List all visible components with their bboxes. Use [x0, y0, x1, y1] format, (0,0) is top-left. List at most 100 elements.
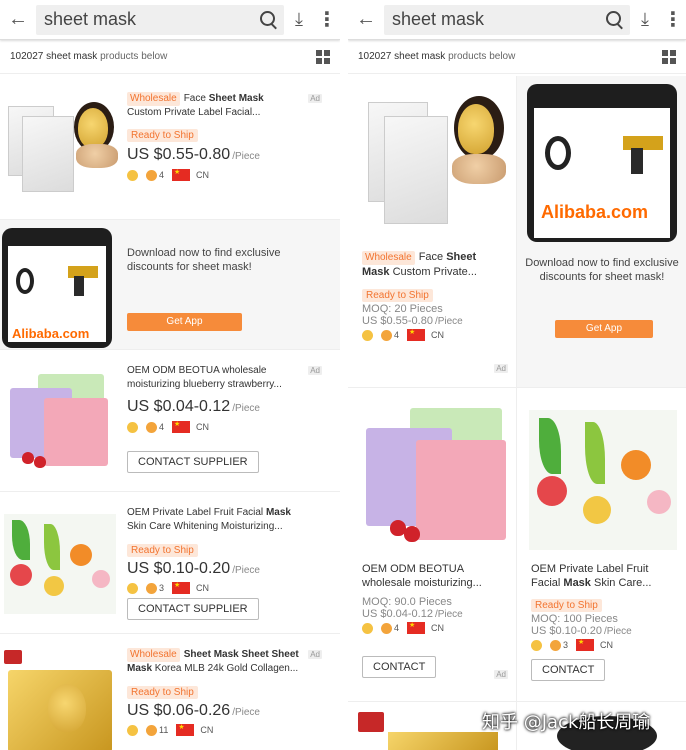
- app-promo-banner: Alibaba.com Download now to find exclusi…: [0, 220, 340, 350]
- product-image[interactable]: [4, 92, 118, 197]
- more-options-icon[interactable]: ⋮: [314, 0, 340, 40]
- back-arrow-icon[interactable]: ←: [0, 0, 36, 40]
- list-view-icon[interactable]: [662, 49, 676, 64]
- grid-item[interactable]: Wholesale Face Sheet Mask Custom Private.…: [348, 76, 517, 388]
- china-flag-icon: [172, 420, 191, 433]
- years-coin-icon: [146, 724, 157, 736]
- search-query[interactable]: sheet mask: [44, 9, 254, 30]
- years-coin-icon: [146, 421, 157, 433]
- mlb-logo-icon: [358, 712, 384, 732]
- ready-to-ship-badge: Ready to Ship: [127, 686, 198, 699]
- china-flag-icon: [172, 581, 191, 594]
- product-title[interactable]: Custom Private Label Facial...: [127, 106, 327, 120]
- search-icon[interactable]: [254, 5, 284, 35]
- price: US $0.04-0.12: [362, 608, 433, 620]
- price: US $0.04-0.12: [127, 398, 231, 415]
- contact-supplier-button[interactable]: CONTACT SUPPLIER: [127, 451, 259, 473]
- product-title[interactable]: OEM ODM BEOTUA wholesale: [127, 364, 327, 378]
- grid-item[interactable]: OEM Private Label Fruit Facial Mask Skin…: [517, 388, 686, 702]
- years-coin-icon: [381, 329, 392, 341]
- years-coin-icon: [146, 582, 157, 594]
- back-arrow-icon[interactable]: ←: [348, 0, 384, 40]
- grid-item[interactable]: OEM ODM BEOTUA wholesale moisturizing...…: [348, 388, 517, 702]
- gold-supplier-icon: [362, 329, 373, 341]
- top-bar: ← sheet mask ⤓ ⋮: [348, 0, 686, 40]
- moq: MOQ: 20 Pieces: [362, 303, 443, 315]
- contact-supplier-button[interactable]: CONTACT SUPPLIER: [127, 598, 259, 620]
- ad-label: Ad: [308, 366, 322, 375]
- search-icon[interactable]: [600, 5, 630, 35]
- product-image[interactable]: [388, 732, 498, 750]
- china-flag-icon: [576, 638, 595, 651]
- search-input[interactable]: sheet mask: [384, 4, 630, 35]
- watermark: 知乎 @Jack船长周瑜: [482, 712, 651, 733]
- gold-supplier-icon: [127, 724, 138, 736]
- grid-view-icon[interactable]: [316, 49, 330, 64]
- product-image[interactable]: [358, 92, 508, 242]
- gold-supplier-icon: [127, 169, 138, 181]
- search-query[interactable]: sheet mask: [392, 9, 600, 30]
- phone-illustration: Alibaba.com: [2, 228, 112, 348]
- years-coin-icon: [381, 622, 392, 634]
- panel-divider: [340, 0, 348, 750]
- product-image[interactable]: [360, 402, 510, 552]
- ready-to-ship-badge: Ready to Ship: [127, 129, 198, 142]
- download-icon[interactable]: ⤓: [284, 0, 314, 40]
- more-options-icon[interactable]: ⋮: [660, 0, 686, 40]
- ready-to-ship-badge: Ready to Ship: [531, 599, 602, 612]
- china-flag-icon: [407, 328, 426, 341]
- moq: MOQ: 90.0 Pieces: [362, 596, 452, 608]
- download-icon[interactable]: ⤓: [630, 0, 660, 40]
- alibaba-logo: Alibaba.com: [12, 326, 90, 341]
- ready-to-ship-badge: Ready to Ship: [362, 289, 433, 302]
- product-title[interactable]: OEM Private Label Fruit: [531, 562, 681, 576]
- product-info: Wholesale Face Sheet Mask Custom Private …: [127, 92, 327, 183]
- contact-button[interactable]: CONTACT: [362, 656, 437, 678]
- price: US $0.10-0.20: [531, 625, 602, 637]
- price: US $0.10-0.20: [127, 560, 231, 577]
- product-title[interactable]: Wholesale Sheet Mask Sheet Sheet: [127, 648, 327, 662]
- ready-to-ship-badge: Ready to Ship: [127, 544, 198, 557]
- phone-illustration: Alibaba.com: [527, 84, 677, 242]
- price: US $0.55-0.80: [127, 146, 231, 163]
- china-flag-icon: [172, 168, 191, 181]
- contact-button[interactable]: CONTACT: [531, 659, 606, 681]
- wholesale-badge: Wholesale: [127, 92, 180, 106]
- list-item[interactable]: Wholesale Sheet Mask Sheet Sheet Mask Kor…: [0, 634, 340, 750]
- list-view-screen: ← sheet mask ⤓ ⋮ 102027 sheet mask produ…: [0, 0, 340, 750]
- product-image[interactable]: [4, 648, 116, 750]
- list-item[interactable]: Wholesale Face Sheet Mask Custom Private …: [0, 80, 340, 220]
- promo-text: Download now to find exclusive discounts…: [127, 247, 281, 273]
- get-app-button[interactable]: Get App: [555, 320, 653, 338]
- wholesale-badge: Wholesale: [127, 648, 180, 662]
- product-image[interactable]: [4, 370, 116, 475]
- years-coin-icon: [550, 639, 561, 651]
- ad-label: Ad: [308, 650, 322, 659]
- grid-view-screen: ← sheet mask ⤓ ⋮ 102027 sheet mask produ…: [348, 0, 686, 750]
- list-item[interactable]: OEM Private Label Fruit Facial Mask Skin…: [0, 492, 340, 634]
- product-title[interactable]: OEM ODM BEOTUA: [362, 562, 512, 576]
- product-title[interactable]: Wholesale Face Sheet: [362, 250, 512, 265]
- search-input[interactable]: sheet mask: [36, 4, 284, 35]
- product-info: Wholesale Face Sheet Mask Custom Private.…: [362, 250, 512, 343]
- product-image[interactable]: [4, 514, 116, 614]
- results-count-bar: 102027 sheet mask products below: [0, 40, 340, 74]
- results-count-bar: 102027 sheet mask products below: [348, 40, 686, 74]
- get-app-button[interactable]: Get App: [127, 313, 242, 331]
- product-title[interactable]: OEM Private Label Fruit Facial Mask: [127, 506, 327, 520]
- list-item[interactable]: OEM ODM BEOTUA wholesale moisturizing bl…: [0, 350, 340, 492]
- price: US $0.55-0.80: [362, 315, 433, 327]
- ad-label: Ad: [308, 94, 322, 103]
- alibaba-logo: Alibaba.com: [541, 202, 649, 222]
- results-count: 102027 sheet mask products below: [358, 51, 516, 62]
- price: US $0.06-0.26: [127, 702, 231, 719]
- gold-supplier-icon: [362, 622, 373, 634]
- product-image[interactable]: [529, 410, 677, 550]
- ad-label: Ad: [494, 364, 508, 373]
- product-info: OEM Private Label Fruit Facial Mask Skin…: [531, 562, 681, 681]
- product-info: Wholesale Sheet Mask Sheet Sheet Mask Kor…: [127, 648, 327, 738]
- mlb-logo-icon: [4, 650, 22, 664]
- gold-supplier-icon: [127, 582, 138, 594]
- results-count: 102027 sheet mask products below: [10, 51, 168, 62]
- gold-supplier-icon: [531, 639, 542, 651]
